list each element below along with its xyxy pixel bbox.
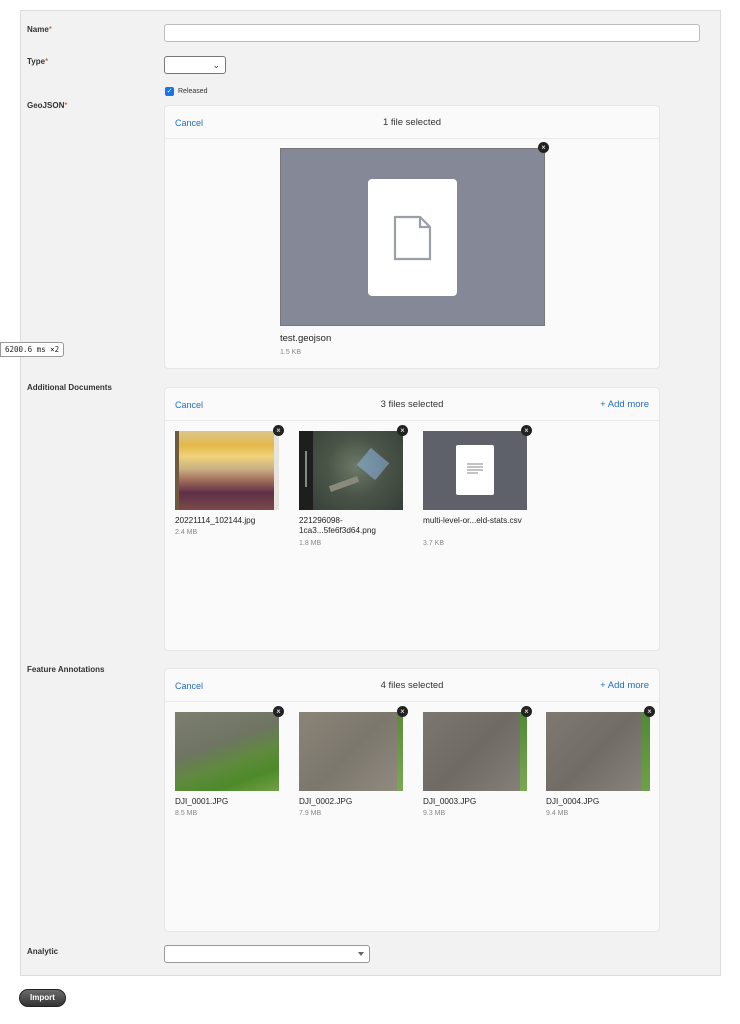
file-size: 8.5 MB [175,810,198,817]
additional-documents-label: Additional Documents [27,383,112,392]
caret-down-icon [358,952,364,956]
additional-documents-uploader: Cancel 3 files selected + Add more × 202… [164,387,660,651]
image-thumbnail [299,431,403,510]
feature-annotations-uploader: Cancel 4 files selected + Add more × DJI… [164,668,660,932]
type-label: Type* [27,57,49,66]
remove-file-button[interactable]: × [273,425,284,436]
add-more-button[interactable]: + Add more [600,680,649,691]
chevron-down-icon: ⌄ [212,60,220,70]
files-selected-status: 4 files selected [380,680,444,691]
files-selected-status: 1 file selected [382,117,442,128]
uploader-header: Cancel 4 files selected + Add more [165,669,659,702]
file-name: DJI_0003.JPG [423,797,477,806]
remove-file-button[interactable]: × [273,706,284,717]
type-select[interactable]: ⌄ [164,56,226,74]
image-thumbnail [546,712,650,791]
file-name: DJI_0004.JPG [546,797,600,806]
name-input[interactable] [164,24,700,42]
document-card [456,445,494,495]
file-name: 221296098-1ca3...5fe6f3d64.png [299,516,376,535]
remove-file-button[interactable]: × [538,142,549,153]
file-size: 3.7 KB [423,540,445,547]
released-checkbox-row[interactable]: ✓ Released [165,87,208,96]
file-size: 1.8 MB [299,540,322,547]
image-thumbnail [175,712,279,791]
file-preview [423,431,527,510]
file-icon [393,215,432,261]
image-thumbnail [423,712,527,791]
remove-file-button[interactable]: × [521,425,532,436]
image-thumbnail [299,712,403,791]
uploader-header: Cancel 1 file selected [165,106,659,139]
released-label: Released [178,88,208,95]
file-size: 9.4 MB [546,810,569,817]
geojson-label: GeoJSON* [27,101,68,110]
file-size: 1.5 KB [280,349,302,356]
name-label: Name* [27,25,52,34]
file-size: 9.3 MB [423,810,446,817]
remove-file-button[interactable]: × [644,706,655,717]
remove-file-button[interactable]: × [521,706,532,717]
file-name: test.geojson [280,333,332,344]
timing-badge: 6200.6 ms ×2 [0,342,65,357]
remove-file-button[interactable]: × [397,706,408,717]
import-button[interactable]: Import [19,989,66,1007]
upload-form: Name* Type* ⌄ ✓ Released GeoJSON* Cancel… [20,10,721,976]
file-name: multi-level-or...eld-stats.csv [423,516,522,525]
geojson-uploader: Cancel 1 file selected × test.geojson 1.… [164,105,660,369]
file-name: 20221114_102144.jpg [175,516,256,525]
document-card [368,179,457,296]
file-preview [280,148,545,326]
file-size: 7.9 MB [299,810,322,817]
image-thumbnail [175,431,279,510]
analytic-label: Analytic [27,947,59,956]
add-more-button[interactable]: + Add more [600,399,649,410]
file-name: DJI_0001.JPG [175,797,229,806]
released-checkbox[interactable]: ✓ [165,87,174,96]
remove-file-button[interactable]: × [397,425,408,436]
uploader-header: Cancel 3 files selected + Add more [165,388,659,421]
file-size: 2.4 MB [175,529,198,536]
file-name: DJI_0002.JPG [299,797,353,806]
analytic-select[interactable] [164,945,370,963]
feature-annotations-label: Feature Annotations [27,665,105,674]
document-lines-icon [467,463,483,474]
files-selected-status: 3 files selected [380,399,444,410]
